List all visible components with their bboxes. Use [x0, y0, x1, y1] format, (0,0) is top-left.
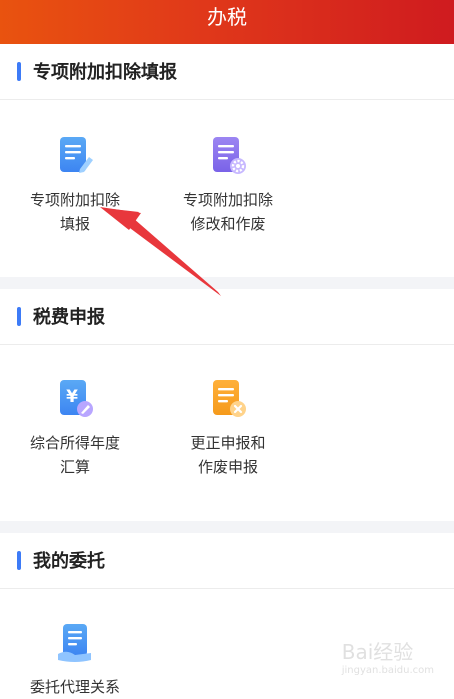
item-label-line1: 综合所得年度: [29, 434, 120, 452]
special-deduction-fill-button[interactable]: 专项附加扣除 填报: [0, 135, 150, 236]
section-header-tax-filing: 税费申报: [0, 289, 454, 345]
watermark-sub: jingyan.baidu.com: [341, 665, 434, 676]
watermark: Bai经验 jingyan.baidu.com: [342, 636, 434, 676]
annual-settlement-button[interactable]: ¥ 综合所得年度 汇算: [0, 378, 150, 479]
item-label-line2: 汇算: [59, 458, 90, 476]
section-header-my-delegation: 我的委托: [0, 533, 454, 589]
item-label-line1: 专项附加扣除: [29, 191, 120, 209]
item-label-line2: 作废申报: [197, 458, 258, 476]
item-label-line1: 专项附加扣除: [182, 191, 273, 209]
svg-text:¥: ¥: [66, 387, 78, 407]
section-accent-bar: [17, 307, 21, 326]
section-accent-bar: [17, 551, 21, 570]
yuan-document-icon: ¥: [60, 380, 93, 417]
page-header: 办税: [0, 0, 454, 44]
document-gear-icon: [213, 137, 246, 174]
special-deduction-modify-button[interactable]: 专项附加扣除 修改和作废: [153, 135, 303, 236]
section-divider: [0, 521, 454, 533]
page-title: 办税: [207, 5, 247, 29]
watermark-text: Bai经验: [341, 640, 414, 664]
section-title: 税费申报: [33, 307, 105, 328]
correct-cancel-filing-button[interactable]: 更正申报和 作废申报: [153, 378, 303, 479]
section-divider: [0, 277, 454, 289]
section-accent-bar: [17, 62, 21, 81]
section-title: 我的委托: [33, 551, 105, 572]
item-label-line1: 委托代理关系: [29, 678, 120, 696]
item-label-line2: 修改和作废: [190, 215, 266, 233]
item-label-line1: 更正申报和: [190, 434, 266, 452]
section-header-special-deduction: 专项附加扣除填报: [0, 44, 454, 100]
document-edit-icon: [60, 137, 93, 173]
document-hand-icon: [58, 624, 91, 662]
item-label-line2: 填报: [59, 215, 90, 233]
document-cancel-icon: [213, 380, 246, 417]
delegation-relationship-button[interactable]: 委托代理关系: [0, 622, 150, 699]
section-title: 专项附加扣除填报: [33, 62, 177, 83]
